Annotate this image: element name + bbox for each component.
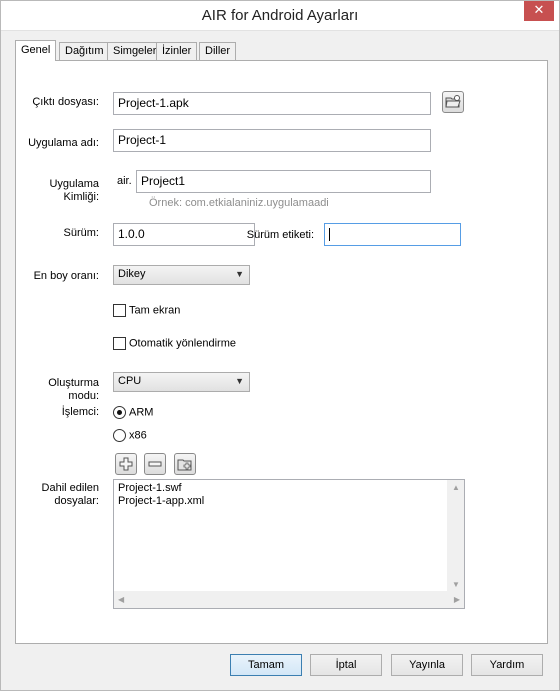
window-title: AIR for Android Ayarları bbox=[201, 7, 359, 24]
title-bar: AIR for Android Ayarları ✕ bbox=[1, 1, 559, 31]
processor-radio-arm[interactable]: ARM bbox=[113, 406, 153, 419]
horizontal-scrollbar[interactable]: ◀ ▶ bbox=[114, 591, 464, 608]
browse-button[interactable] bbox=[442, 91, 464, 113]
publish-button[interactable]: Yayınla bbox=[391, 654, 463, 676]
app-id-input[interactable]: Project1 bbox=[136, 170, 431, 193]
tab-dagitim[interactable]: Dağıtım bbox=[59, 42, 110, 60]
version-tag-input[interactable] bbox=[324, 223, 461, 246]
processor-label: İşlemci: bbox=[61, 406, 99, 418]
add-file-button[interactable] bbox=[115, 453, 137, 475]
radio-button bbox=[113, 429, 126, 442]
app-name-input[interactable]: Project-1 bbox=[113, 129, 431, 152]
folder-open-icon bbox=[445, 95, 461, 108]
fullscreen-label: Tam ekran bbox=[129, 304, 181, 317]
included-files-list[interactable]: Project-1.swf Project-1-app.xml ▲ ▼ ◀ ▶ bbox=[113, 479, 465, 609]
render-mode-value: CPU bbox=[118, 375, 142, 387]
plus-icon bbox=[119, 457, 133, 471]
aspect-ratio-select[interactable]: Dikey ▼ bbox=[113, 265, 250, 285]
render-mode-select[interactable]: CPU ▼ bbox=[113, 372, 250, 392]
tab-diller[interactable]: Diller bbox=[199, 42, 237, 60]
app-id-hint: Örnek: com.etkialaniniz.uygulamaadi bbox=[149, 197, 329, 209]
scroll-right-icon[interactable]: ▶ bbox=[454, 595, 460, 604]
text-caret bbox=[329, 228, 330, 242]
processor-radio-x86[interactable]: x86 bbox=[113, 429, 147, 442]
output-file-input[interactable]: Project-1.apk bbox=[113, 92, 431, 115]
app-id-prefix: air. bbox=[117, 175, 132, 187]
radio-button bbox=[113, 406, 126, 419]
render-mode-label: Oluşturma modu: bbox=[48, 377, 99, 402]
version-label: Sürüm: bbox=[63, 227, 99, 239]
checkbox-box bbox=[113, 337, 126, 350]
tab-izinler[interactable]: İzinler bbox=[156, 42, 198, 60]
aspect-ratio-label: En boy oranı: bbox=[33, 270, 99, 282]
minus-icon bbox=[148, 461, 162, 467]
vertical-scrollbar[interactable]: ▲ ▼ bbox=[447, 480, 464, 592]
app-id-label: Uygulama Kimliği: bbox=[49, 178, 99, 203]
chevron-down-icon: ▼ bbox=[235, 376, 244, 386]
cancel-button[interactable]: İptal bbox=[310, 654, 382, 676]
tab-simgeler[interactable]: Simgeler bbox=[107, 42, 163, 60]
aspect-ratio-value: Dikey bbox=[118, 268, 146, 280]
auto-orient-checkbox[interactable]: Otomatik yönlendirme bbox=[113, 337, 236, 350]
processor-option-label: ARM bbox=[129, 406, 154, 419]
close-button[interactable]: ✕ bbox=[524, 1, 554, 21]
ok-button[interactable]: Tamam bbox=[230, 654, 302, 676]
checkbox-box bbox=[113, 304, 126, 317]
processor-option-label: x86 bbox=[129, 429, 147, 442]
scroll-up-icon[interactable]: ▲ bbox=[452, 483, 460, 492]
add-folder-button[interactable] bbox=[174, 453, 196, 475]
version-input[interactable]: 1.0.0 bbox=[113, 223, 255, 246]
general-panel: Çıktı dosyası: Project-1.apk Uygulama ad… bbox=[15, 60, 548, 644]
fullscreen-checkbox[interactable]: Tam ekran bbox=[113, 304, 180, 317]
add-folder-icon bbox=[177, 459, 192, 471]
app-name-label: Uygulama adı: bbox=[28, 137, 99, 149]
included-files-label: Dahil edilen dosyalar: bbox=[41, 482, 99, 507]
settings-dialog: AIR for Android Ayarları ✕ Genel Dağıtım… bbox=[0, 0, 560, 691]
version-tag-label: Sürüm etiketi: bbox=[246, 229, 314, 241]
auto-orient-label: Otomatik yönlendirme bbox=[129, 337, 236, 350]
remove-file-button[interactable] bbox=[144, 453, 166, 475]
tab-genel[interactable]: Genel bbox=[15, 40, 57, 61]
help-button[interactable]: Yardım bbox=[471, 654, 543, 676]
scroll-left-icon[interactable]: ◀ bbox=[118, 595, 124, 604]
list-item[interactable]: Project-1-app.xml bbox=[114, 495, 464, 508]
output-file-label: Çıktı dosyası: bbox=[32, 96, 99, 108]
list-item[interactable]: Project-1.swf bbox=[114, 482, 464, 495]
scroll-down-icon[interactable]: ▼ bbox=[452, 580, 460, 589]
chevron-down-icon: ▼ bbox=[235, 269, 244, 279]
